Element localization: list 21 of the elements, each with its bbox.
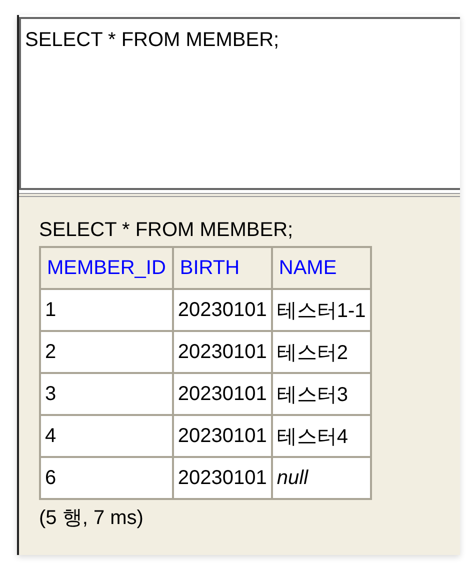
column-header[interactable]: BIRTH bbox=[172, 247, 272, 289]
table-cell: 20230101 bbox=[172, 457, 272, 499]
table-cell: 테스터2 bbox=[272, 331, 371, 373]
table-cell: 20230101 bbox=[172, 331, 272, 373]
table-cell: 2 bbox=[40, 331, 173, 373]
table-cell: null bbox=[272, 457, 371, 499]
table-cell: 20230101 bbox=[172, 289, 272, 331]
table-cell: 테스터4 bbox=[272, 415, 371, 457]
column-header[interactable]: NAME bbox=[272, 247, 371, 289]
table-cell: 1 bbox=[40, 289, 173, 331]
table-cell: 테스터1-1 bbox=[272, 289, 371, 331]
sql-editor-field[interactable]: SELECT * FROM MEMBER; bbox=[19, 17, 460, 190]
executed-statement: SELECT * FROM MEMBER; bbox=[39, 219, 294, 242]
table-cell: 6 bbox=[40, 457, 173, 499]
result-summary: (5 행, 7 ms) bbox=[39, 506, 144, 531]
column-header[interactable]: MEMBER_ID bbox=[40, 247, 173, 289]
table-cell: 4 bbox=[40, 415, 173, 457]
table-cell: 20230101 bbox=[172, 415, 272, 457]
table-cell: 3 bbox=[40, 373, 173, 415]
table-cell: 20230101 bbox=[172, 373, 272, 415]
table-cell: 테스터3 bbox=[272, 373, 371, 415]
